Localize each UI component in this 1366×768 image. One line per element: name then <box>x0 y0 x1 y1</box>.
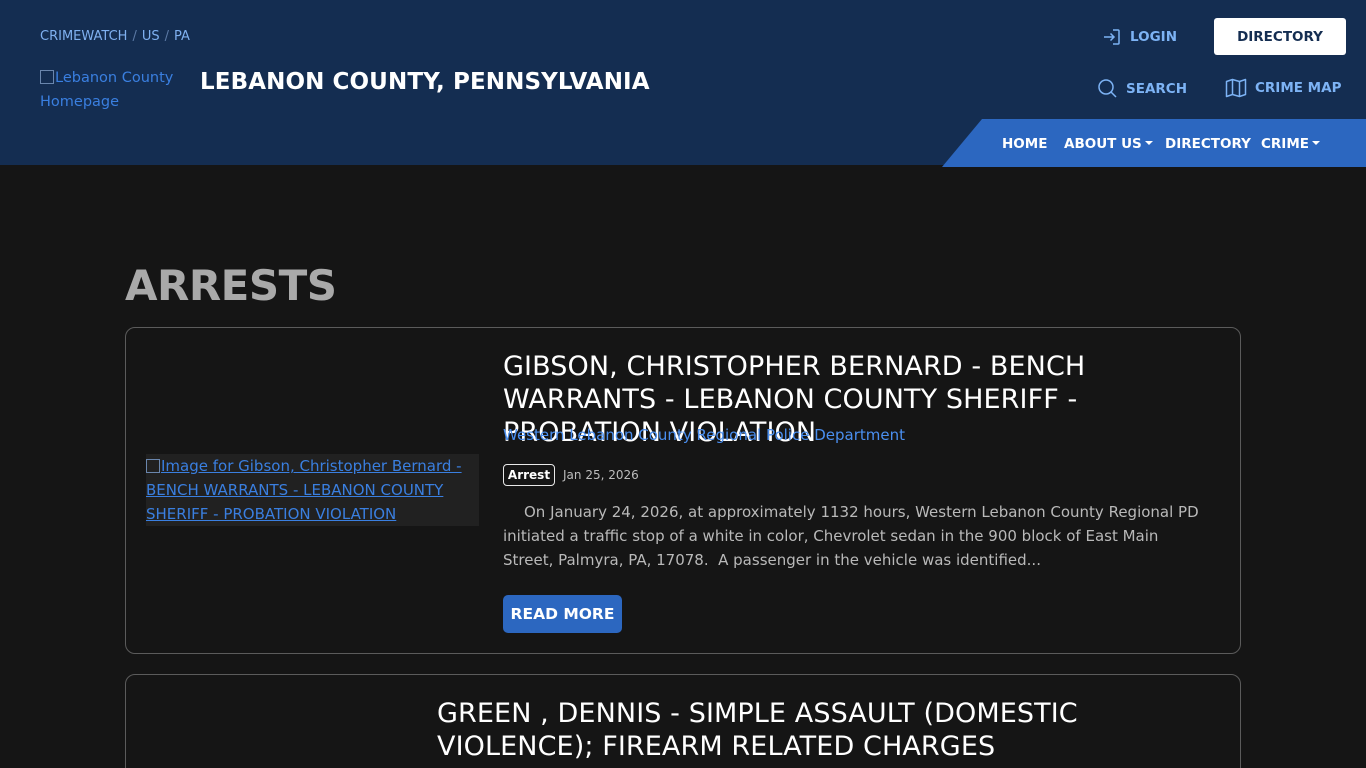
breadcrumb-separator: / <box>132 29 137 44</box>
breadcrumb-us[interactable]: US <box>142 29 160 44</box>
caret-down-icon <box>1144 141 1153 145</box>
crime-map-link[interactable]: CRIME MAP <box>1225 78 1341 98</box>
breadcrumb-separator: / <box>164 29 169 44</box>
arrest-image-link[interactable]: Image for Gibson, Christopher Bernard - … <box>146 454 479 526</box>
broken-image-icon <box>146 459 160 473</box>
search-link[interactable]: SEARCH <box>1097 78 1187 99</box>
caret-down-icon <box>1311 141 1320 145</box>
search-icon <box>1098 79 1117 98</box>
arrest-card: GREEN , DENNIS - SIMPLE ASSAULT (DOMESTI… <box>125 674 1241 768</box>
crime-map-label: CRIME MAP <box>1255 80 1342 96</box>
login-icon <box>1104 29 1120 45</box>
nav-crime-label: CRIME <box>1261 136 1309 152</box>
search-label: SEARCH <box>1126 80 1187 97</box>
logo-alt-text: Lebanon County Homepage <box>40 70 174 110</box>
nav-about-us[interactable]: ABOUT US <box>1064 136 1153 152</box>
login-label: LOGIN <box>1130 29 1177 45</box>
arrest-card: Image for Gibson, Christopher Bernard - … <box>125 327 1241 654</box>
site-title: LEBANON COUNTY, PENNSYLVANIA <box>200 69 650 95</box>
broken-image-icon <box>40 70 54 84</box>
breadcrumb-crimewatch[interactable]: CRIMEWATCH <box>40 29 127 44</box>
arrest-image-alt: Image for Gibson, Christopher Bernard - … <box>146 457 462 523</box>
arrest-excerpt: On January 24, 2026, at approximately 11… <box>503 503 1204 569</box>
category-badge: Arrest <box>503 464 555 486</box>
post-date: Jan 25, 2026 <box>563 468 639 482</box>
nav-directory[interactable]: DIRECTORY <box>1165 136 1251 152</box>
nav-crime[interactable]: CRIME <box>1261 136 1320 152</box>
nav-about-us-label: ABOUT US <box>1064 136 1142 152</box>
county-logo-link[interactable]: Lebanon County Homepage <box>40 66 190 114</box>
directory-button[interactable]: DIRECTORY <box>1214 18 1346 55</box>
login-link[interactable]: LOGIN <box>1102 27 1177 47</box>
nav-home[interactable]: HOME <box>1002 136 1047 152</box>
agency-link[interactable]: Western Lebanon County Regional Police D… <box>503 426 905 444</box>
breadcrumb-pa[interactable]: PA <box>174 29 190 44</box>
page-title: ARRESTS <box>125 261 337 310</box>
site-header: CRIMEWATCH / US / PA Lebanon County Homepage… <box>0 0 1366 167</box>
map-icon <box>1225 78 1247 98</box>
read-more-button[interactable]: READ MORE <box>503 595 622 633</box>
breadcrumb: CRIMEWATCH / US / PA <box>40 29 190 44</box>
arrest-title-link[interactable]: GREEN , DENNIS - SIMPLE ASSAULT (DOMESTI… <box>437 697 1227 763</box>
